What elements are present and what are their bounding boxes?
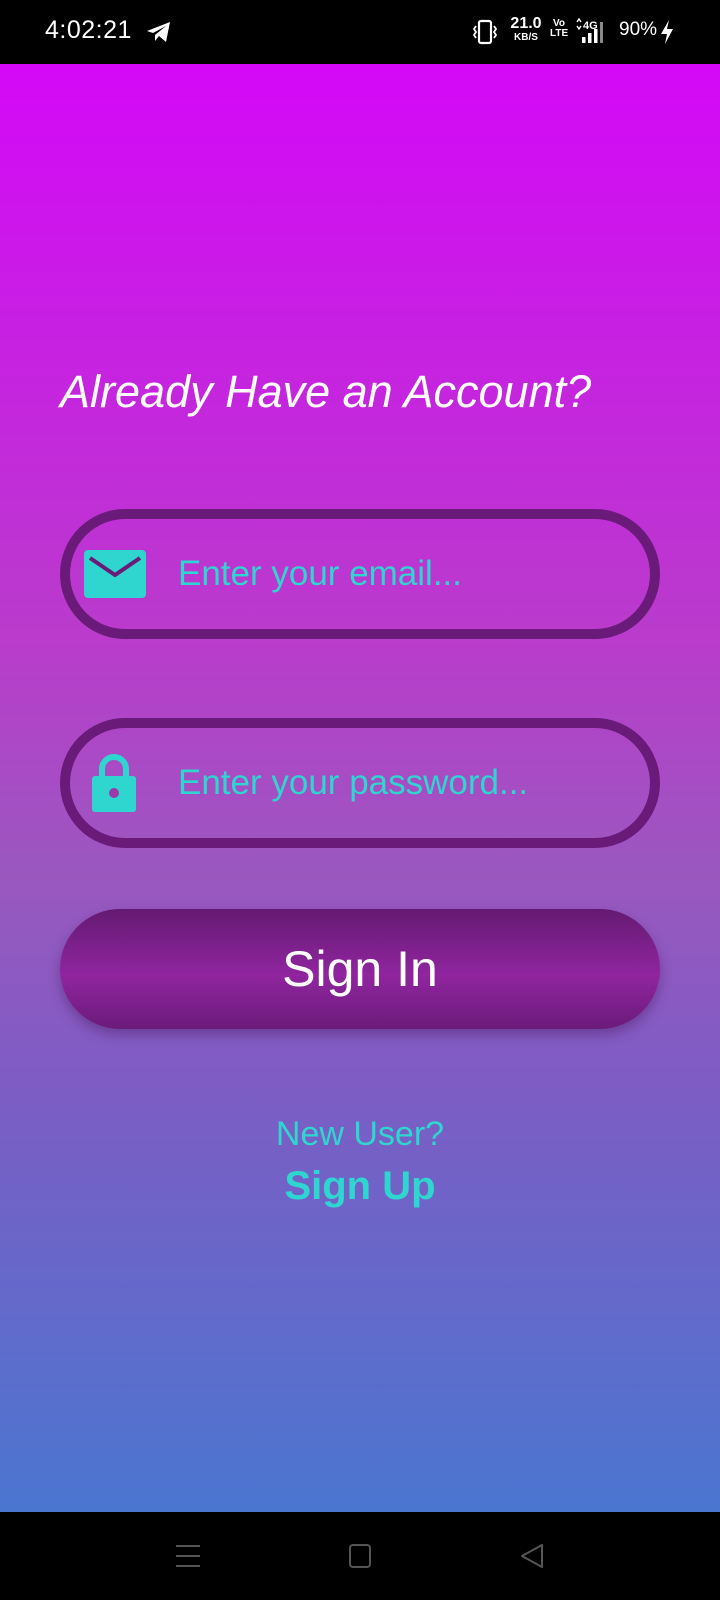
- vibrate-icon: [472, 19, 498, 45]
- new-user-text: New User?: [275, 1115, 445, 1153]
- home-icon[interactable]: [348, 1542, 372, 1570]
- email-field[interactable]: [60, 509, 660, 639]
- password-input[interactable]: [178, 728, 620, 838]
- password-field[interactable]: [60, 718, 660, 848]
- navigation-bar: [0, 1512, 720, 1600]
- speed-unit: KB/S: [514, 32, 538, 43]
- sign-up-link[interactable]: Sign Up: [0, 1164, 720, 1209]
- signal-icon: 4G: [576, 18, 603, 43]
- login-heading: Already Have an Account?: [60, 366, 592, 417]
- menu-icon[interactable]: [175, 1542, 201, 1570]
- lock-icon: [92, 754, 136, 812]
- speed-value: 21.0: [510, 15, 542, 32]
- volte-indicator: Vo LTE: [550, 19, 568, 39]
- envelope-icon: [84, 550, 146, 598]
- status-time: 4:02:21: [45, 16, 132, 44]
- charging-icon: [661, 20, 673, 44]
- sign-in-button[interactable]: Sign In: [60, 909, 660, 1029]
- login-screen: Already Have an Account? Sign In New Use…: [0, 64, 720, 1512]
- back-icon[interactable]: [519, 1542, 545, 1570]
- email-input[interactable]: [178, 519, 620, 629]
- telegram-icon: [147, 22, 170, 42]
- status-bar: 4:02:21 21.0 KB/S Vo LTE 4G 90%: [0, 0, 720, 64]
- network-speed: 21.0 KB/S: [508, 16, 544, 43]
- battery-level: 90%: [619, 19, 658, 40]
- volte-bottom: LTE: [550, 28, 569, 39]
